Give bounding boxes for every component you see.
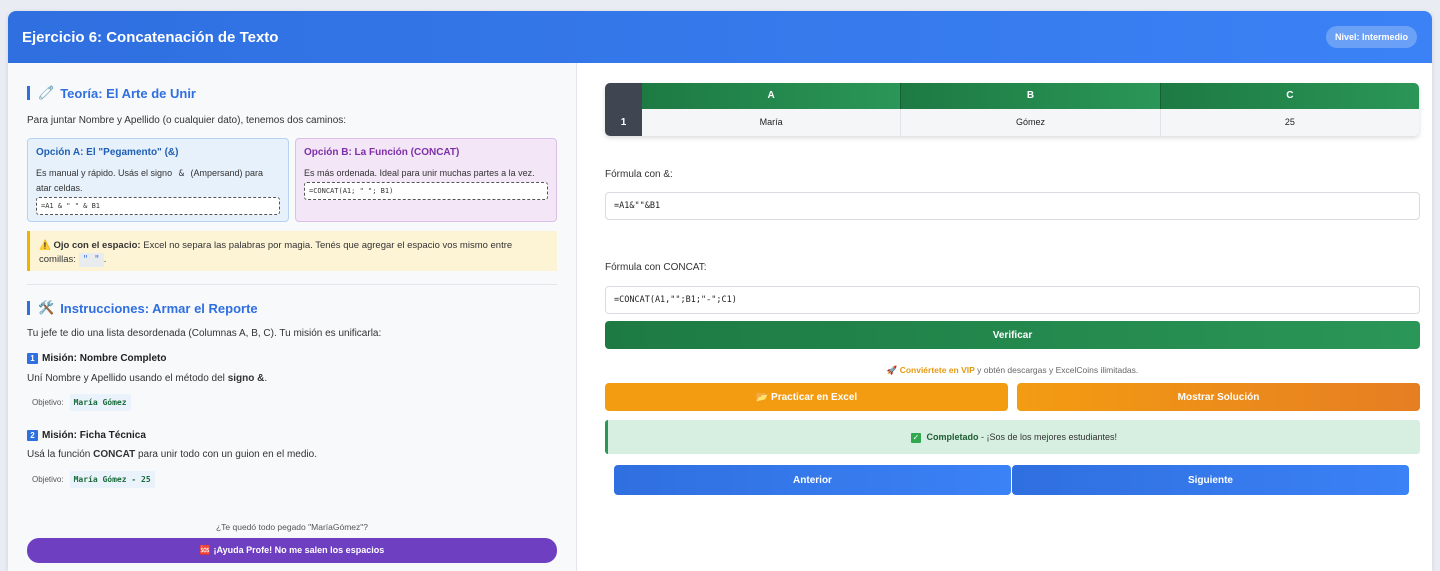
instructions-intro: Tu jefe te dio una lista desordenada (Co… [27,328,382,339]
mission-1-desc: Uní Nombre y Apellido usando el método d… [27,373,267,384]
sheet-header-row: A B C [605,83,1419,109]
vip-text: y obtén descargas y ExcelCoins ilimitada… [974,365,1139,375]
formula-concat-input[interactable] [605,286,1420,314]
mission-2-desc-bold: CONCAT [93,449,136,460]
show-solution-button[interactable]: Mostrar Solución [1017,383,1420,411]
completed-banner: ✓ Completado - ¡Sos de los mejores estud… [605,420,1420,454]
cell-b1: Gómez [901,109,1161,136]
formula-ampersand-input[interactable] [605,192,1420,220]
theory-title: 🧷 Teoría: El Arte de Unir [27,85,196,101]
option-a-title: Opción A: El "Pegamento" (&) [36,147,179,158]
mission-1-desc-1: Uní Nombre y Apellido usando el método d… [27,373,228,384]
exercise-header: Ejercicio 6: Concatenación de Texto Nive… [8,11,1432,63]
paperclip-icon: 🧷 [38,85,55,100]
check-icon: ✓ [910,433,921,443]
warning-end: . [103,254,107,265]
theory-panel: 🧷 Teoría: El Arte de Unir Para juntar No… [8,63,577,571]
cell-c1: 25 [1160,109,1419,136]
warning-icon: ⚠️ [39,240,51,251]
instructions-title-text: Instrucciones: Armar el Reporte [60,300,258,316]
level-badge: Nivel: Intermedio [1325,26,1417,48]
next-button[interactable]: Siguiente [1012,465,1409,495]
mission-1-title-text: Misión: Nombre Completo [42,353,167,364]
sheet-corner [605,83,642,109]
ampersand-code: & [178,169,185,179]
practice-panel: A B C 1 María Gómez 25 Fórmula con &: Fó… [577,63,1432,571]
mission-1-objective: Objetivo: María Gómez [32,394,131,411]
completed-bold: Completado [926,432,979,442]
mission-1-desc-bold: signo & [227,373,265,384]
mission-2-title-text: Misión: Ficha Técnica [42,430,146,441]
stuck-question: ¿Te quedó todo pegado "MaríaGómez"? [215,522,369,532]
help-button[interactable]: 🆘 ¡Ayuda Profe! No me salen los espacios [27,538,557,563]
option-a-code: =A1 & " " & B1 [36,197,280,215]
mission-2-desc-2: para unir todo con un guion en el medio. [135,449,317,460]
theory-title-text: Teoría: El Arte de Unir [60,85,196,101]
mission-1-title: 1 Misión: Nombre Completo [27,353,166,364]
completed-text: - ¡Sos de los mejores estudiantes! [978,432,1118,442]
mission-2-desc: Usá la función CONCAT para unir todo con… [27,449,317,460]
page-title: Ejercicio 6: Concatenación de Texto [22,28,279,46]
objective-label: Objetivo: [32,475,64,484]
number-1-icon: 1 [27,353,38,364]
section-divider [27,284,557,285]
mission-2-title: 2 Misión: Ficha Técnica [27,430,146,441]
exercise-card: Ejercicio 6: Concatenación de Texto Nive… [8,11,1432,571]
column-header-b: B [901,83,1161,109]
spreadsheet-preview: A B C 1 María Gómez 25 [605,83,1419,136]
row-number: 1 [605,109,642,136]
formula-2-label: Fórmula con CONCAT: [605,262,707,273]
option-a-desc-1: Es manual y rápido. Usás el signo [36,168,173,178]
option-a-card: Opción A: El "Pegamento" (&) Es manual y… [27,138,289,222]
tools-icon: 🛠️ [38,300,55,315]
warning-bold: Ojo con el espacio: [53,240,141,251]
option-b-desc: Es más ordenada. Ideal para unir muchas … [304,168,535,178]
sheet-row-1: 1 María Gómez 25 [605,109,1419,136]
number-2-icon: 2 [27,430,38,441]
vip-promo: 🚀 Conviértete en VIP y obtén descargas y… [605,365,1420,376]
option-b-card: Opción B: La Función (CONCAT) Es más ord… [295,138,557,222]
column-header-c: C [1160,83,1419,109]
objective-value: María Gómez - 25 [69,471,155,488]
mission-2-objective: Objetivo: María Gómez - 25 [32,471,155,488]
option-b-code: =CONCAT(A1; " "; B1) [304,182,548,200]
objective-label: Objetivo: [32,398,64,407]
previous-button[interactable]: Anterior [614,465,1011,495]
space-warning: ⚠️ Ojo con el espacio: Excel no separa l… [27,231,557,271]
rocket-icon: 🚀 [886,365,898,375]
instructions-title: 🛠️ Instrucciones: Armar el Reporte [27,300,258,316]
option-a-desc: Es manual y rápido. Usás el signo & (Amp… [36,166,280,195]
practice-in-excel-button[interactable]: 📂 Practicar en Excel [605,383,1008,411]
mission-2-desc-1: Usá la función [27,449,94,460]
mission-1-desc-2: . [264,373,268,384]
theory-intro: Para juntar Nombre y Apellido (o cualqui… [27,115,347,126]
column-header-a: A [642,83,902,109]
option-b-title: Opción B: La Función (CONCAT) [304,147,460,158]
verify-button[interactable]: Verificar [605,321,1420,349]
vip-link[interactable]: Conviértete en VIP [900,365,975,375]
warning-code: " " [78,253,104,267]
formula-1-label: Fórmula con &: [605,169,673,180]
cell-a1: María [642,109,902,136]
objective-value: María Gómez [69,394,131,411]
